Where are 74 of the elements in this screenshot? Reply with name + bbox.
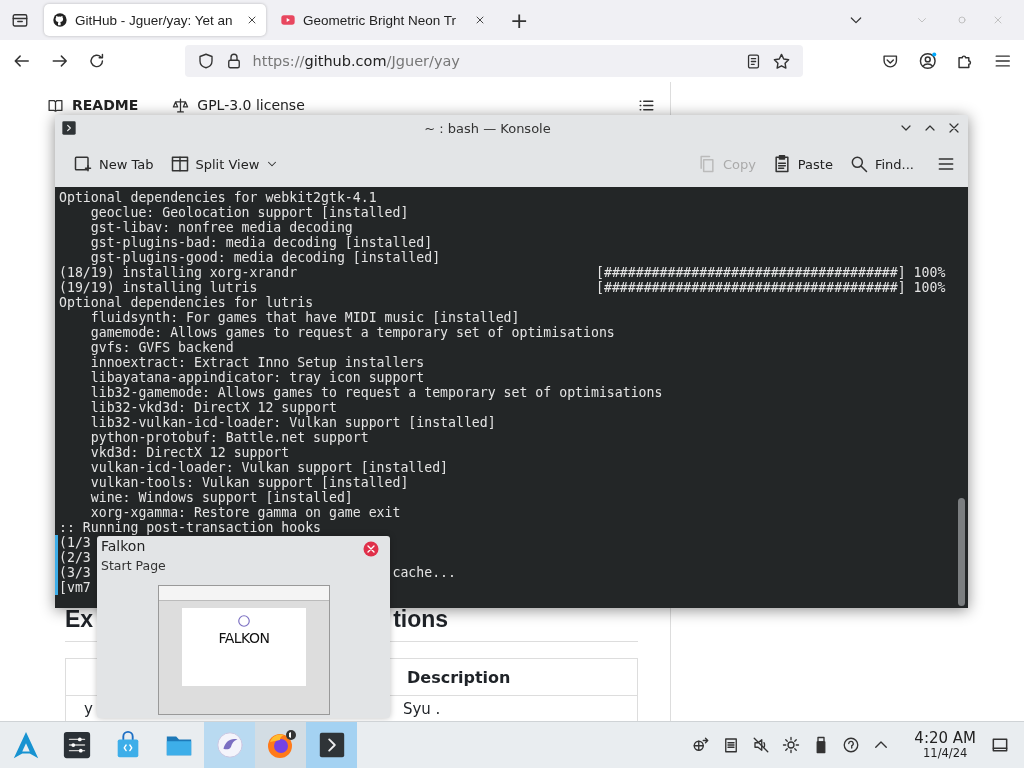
muted-speaker-icon[interactable] <box>752 736 771 754</box>
scrollbar-thumb[interactable] <box>958 498 965 606</box>
logo-text: FALKON <box>218 630 270 646</box>
toolbar-button[interactable]: New Tab <box>67 150 160 178</box>
clock-date[interactable]: 11/4/24 <box>923 746 968 759</box>
toolbar-button[interactable]: Find... <box>842 150 920 178</box>
star-icon[interactable] <box>772 51 792 71</box>
show-desktop-icon[interactable] <box>990 735 1010 755</box>
terminal-line: gst-plugins-good: media decoding [installed] <box>89 250 441 265</box>
readme-tab[interactable]: README <box>72 97 139 113</box>
column-header: Description <box>407 667 511 687</box>
terminal-line: lib32-gamemode: Allows games to request a temporary set of optimisations <box>89 385 663 400</box>
terminal-line: vkd3d: DirectX 12 support <box>89 445 290 460</box>
terminal-line: innoextract: Extract Inno Setup installers <box>89 355 425 370</box>
toolbar-button[interactable]: Split View <box>163 150 286 178</box>
taskbar-app[interactable] <box>306 722 357 768</box>
terminal-line: Optional dependencies for lutris <box>59 295 314 310</box>
terminal-line: fluidsynth: For games that have MIDI music [installed] <box>89 310 520 325</box>
window-thumbnail[interactable]: FALKON <box>158 585 330 715</box>
terminal-line: xorg-xgamma: Restore gamma on game exit <box>89 505 401 520</box>
clock-time[interactable]: 4:20 AM <box>914 731 976 747</box>
progress-text: [#####################################] 100% <box>596 265 946 280</box>
terminal-line: gamemode: Allows games to request a temporary set of optimisations <box>89 325 615 340</box>
terminal-line: wine: Windows support [installed] <box>89 490 353 505</box>
sliders-icon[interactable] <box>61 730 92 760</box>
terminal-icon <box>61 120 77 136</box>
terminal-line: (3/3 <box>59 565 91 580</box>
browser-tab[interactable]: Geometric Bright Neon Tr <box>272 4 494 36</box>
tab-list-icon[interactable] <box>11 11 29 29</box>
scale-icon <box>172 96 190 114</box>
shield-icon <box>196 52 215 70</box>
terminal-line: (1/3 <box>59 535 91 550</box>
split-view-icon[interactable] <box>169 154 190 174</box>
progress-text: [#####################################] 100% <box>596 280 946 295</box>
brightness-icon[interactable] <box>782 736 801 754</box>
preview-title: Falkon <box>101 538 146 554</box>
license-tab[interactable]: GPL-3.0 license <box>197 97 305 113</box>
terminal-line: (2/3 <box>59 550 91 565</box>
terminal-line: geoclue: Geolocation support [installed] <box>89 205 409 220</box>
close-icon[interactable] <box>362 540 380 558</box>
close-icon[interactable] <box>246 14 258 26</box>
github-icon <box>52 12 68 28</box>
terminal-line: (19/19) installing lutris <box>59 280 259 295</box>
network-icon[interactable] <box>692 736 711 754</box>
terminal-line: gst-libav: nonfree media decoding <box>89 220 353 235</box>
section-heading: tions <box>393 606 449 633</box>
address-bar[interactable]: https://github.com/Jguer/yay <box>184 45 804 77</box>
terminal-line: lib32-vkd3d: DirectX 12 support <box>89 400 337 415</box>
terminal-line: vulkan-tools: Vulkan support [installed] <box>89 475 409 490</box>
terminal-line: gvfs: GVFS backend <box>89 340 234 355</box>
preview-subtitle: Start Page <box>101 558 166 573</box>
browser-tab[interactable]: GitHub - Jguer/yay: Yet an <box>44 4 266 36</box>
terminal-line: vulkan-icd-loader: Vulkan support [installed] <box>89 460 449 475</box>
new-tab-button[interactable]: + <box>500 7 539 33</box>
terminal-line: [vm7 <box>59 580 91 595</box>
account-icon[interactable] <box>917 51 938 71</box>
section-heading: Ex <box>65 606 94 633</box>
terminal-line: python-protobuf: Battle.net support <box>89 430 369 445</box>
terminal-line: gst-plugins-bad: media decoding [installed] <box>89 235 433 250</box>
window-title: ~ : bash — Konsole <box>423 120 552 136</box>
new-tab-icon[interactable] <box>73 154 93 174</box>
video-icon <box>280 12 296 28</box>
terminal-line: libayatana-appindicator: tray icon support <box>89 370 425 385</box>
terminal-line: lib32-vulkan-icd-loader: Vulkan support [installed] <box>89 415 496 430</box>
close-icon[interactable] <box>474 14 486 26</box>
terminal-line: Optional dependencies for webkit2gtk-4.1 <box>59 190 377 205</box>
terminal-line: cache... <box>392 565 456 580</box>
taskbar-app[interactable] <box>255 722 306 768</box>
toolbar-button[interactable]: Paste <box>765 150 839 178</box>
terminal-line: :: Running post-transaction hooks <box>59 520 321 535</box>
table-cell: y <box>84 700 93 718</box>
table-cell: Syu . <box>402 700 441 718</box>
terminal-line: (18/19) installing xorg-xrandr <box>59 265 299 280</box>
help-icon[interactable] <box>842 736 861 754</box>
